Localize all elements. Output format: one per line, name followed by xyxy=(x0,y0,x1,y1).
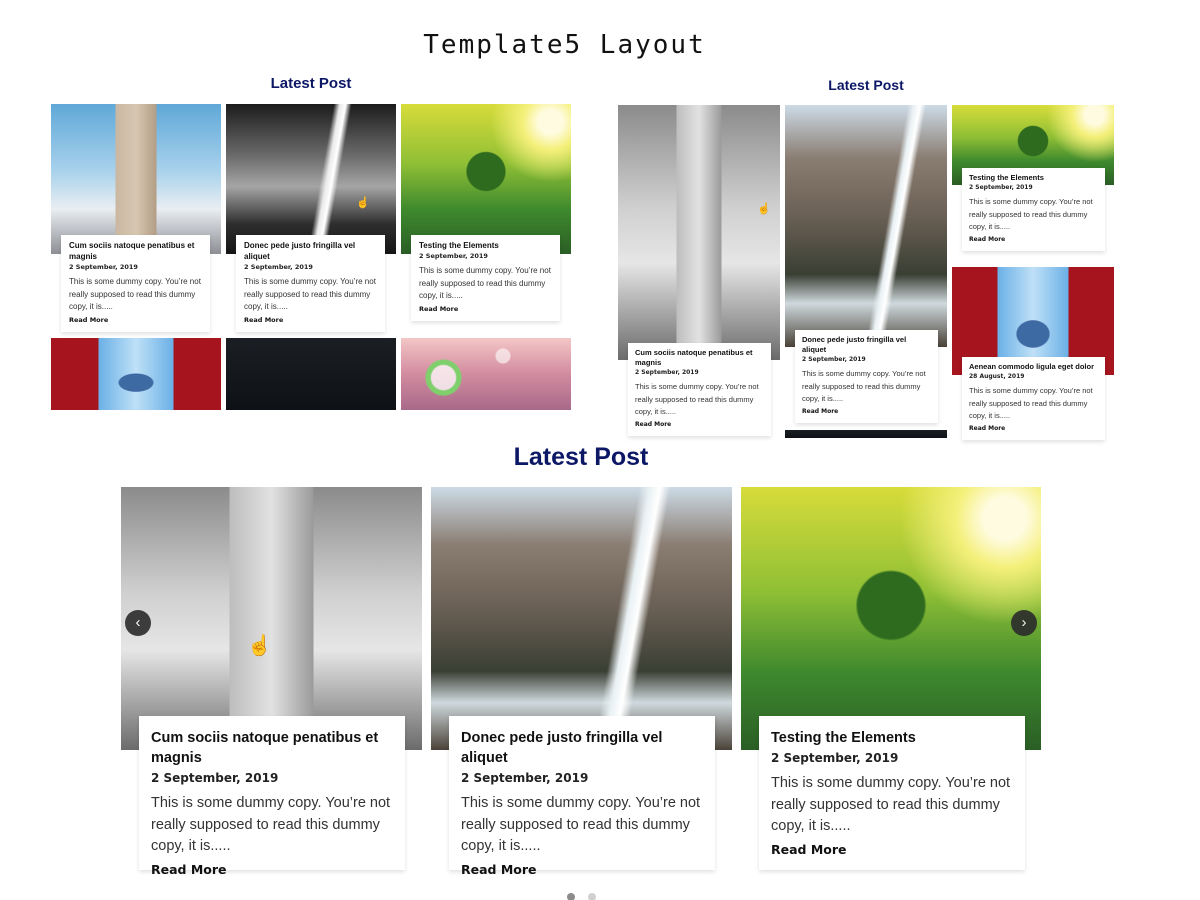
post-card: Cum sociis natoque penatibus et magnis 2… xyxy=(139,716,405,877)
post-card: Testing the Elements 2 September, 2019 T… xyxy=(962,168,1105,251)
post-card: Aenean commodo ligula eget dolor 28 Augu… xyxy=(962,357,1105,440)
post-title[interactable]: Testing the Elements xyxy=(419,240,552,251)
post-title[interactable]: Cum sociis natoque penatibus et magnis xyxy=(151,728,393,768)
read-more-link[interactable]: Read More xyxy=(969,234,1098,245)
post-excerpt: This is some dummy copy. You’re not real… xyxy=(461,795,701,854)
post-title[interactable]: Cum sociis natoque penatibus et magnis xyxy=(69,240,202,262)
post-card: Donec pede justo fringilla vel aliquet 2… xyxy=(236,235,385,332)
page-title: Template5 Layout xyxy=(423,30,706,60)
post-excerpt: This is some dummy copy. You’re not real… xyxy=(802,369,926,403)
post-excerpt: This is some dummy copy. You’re not real… xyxy=(969,386,1093,420)
post-excerpt: This is some dummy copy. You’re not real… xyxy=(244,277,376,311)
hand-pointer-icon: ☝ xyxy=(356,197,370,209)
read-more-link[interactable]: Read More xyxy=(244,314,377,326)
read-more-link[interactable]: Read More xyxy=(969,423,1098,434)
post-image-building-gray[interactable] xyxy=(618,105,780,360)
post-date: 2 September, 2019 xyxy=(771,751,899,765)
post-date: 2 September, 2019 xyxy=(802,356,866,363)
read-more-link[interactable]: Read More xyxy=(69,314,202,326)
post-card: Donec pede justo fringilla vel aliquet 2… xyxy=(795,330,938,423)
post-image-building[interactable] xyxy=(51,104,221,254)
post-excerpt: This is some dummy copy. You’re not real… xyxy=(419,266,551,300)
post-image-dark[interactable] xyxy=(785,430,947,438)
post-date: 2 September, 2019 xyxy=(151,771,279,785)
post-image-bubbles[interactable] xyxy=(401,338,571,410)
post-date: 2 September, 2019 xyxy=(244,263,313,271)
post-image-waterfall[interactable] xyxy=(785,105,947,347)
post-excerpt: This is some dummy copy. You’re not real… xyxy=(969,197,1093,231)
post-image-temple[interactable] xyxy=(51,338,221,410)
post-card: Testing the Elements 2 September, 2019 T… xyxy=(759,716,1025,870)
post-card: Cum sociis natoque penatibus et magnis 2… xyxy=(628,343,771,436)
post-date: 2 September, 2019 xyxy=(969,184,1033,191)
post-title[interactable]: Cum sociis natoque penatibus et magnis xyxy=(635,348,764,368)
post-date: 2 September, 2019 xyxy=(635,369,699,376)
post-title[interactable]: Testing the Elements xyxy=(771,728,1013,748)
post-date: 2 September, 2019 xyxy=(69,263,138,271)
read-more-link[interactable]: Read More xyxy=(461,859,703,881)
post-image-dark[interactable] xyxy=(226,338,396,410)
post-card: Donec pede justo fringilla vel aliquet 2… xyxy=(449,716,715,877)
post-excerpt: This is some dummy copy. You’re not real… xyxy=(635,382,759,416)
slider-dot[interactable] xyxy=(567,893,575,900)
section-heading-masonry: Latest Post xyxy=(828,77,904,93)
prev-arrow-button[interactable]: ‹ xyxy=(125,610,151,636)
section-heading-grid: Latest Post xyxy=(270,75,352,92)
post-excerpt: This is some dummy copy. You’re not real… xyxy=(771,775,1011,834)
post-date: 2 September, 2019 xyxy=(419,252,488,260)
post-title[interactable]: Donec pede justo fringilla vel aliquet xyxy=(802,335,931,355)
post-card: Testing the Elements 2 September, 2019 T… xyxy=(411,235,560,321)
hand-pointer-icon: ☝ xyxy=(247,635,272,657)
post-image-tree[interactable] xyxy=(741,487,1041,750)
post-image-tree[interactable] xyxy=(401,104,571,254)
post-title[interactable]: Donec pede justo fringilla vel aliquet xyxy=(244,240,377,262)
read-more-link[interactable]: Read More xyxy=(635,419,764,430)
post-title[interactable]: Testing the Elements xyxy=(969,173,1098,183)
read-more-link[interactable]: Read More xyxy=(151,859,393,881)
post-title[interactable]: Donec pede justo fringilla vel aliquet xyxy=(461,728,703,768)
section-heading-carousel: Latest Post xyxy=(513,443,649,471)
post-excerpt: This is some dummy copy. You’re not real… xyxy=(151,795,391,854)
hand-pointer-icon: ☝ xyxy=(757,203,771,215)
read-more-link[interactable]: Read More xyxy=(771,839,1013,861)
post-excerpt: This is some dummy copy. You’re not real… xyxy=(69,277,201,311)
post-image-waterfall[interactable] xyxy=(431,487,732,750)
read-more-link[interactable]: Read More xyxy=(802,406,931,417)
read-more-link[interactable]: Read More xyxy=(419,303,552,315)
post-date: 2 September, 2019 xyxy=(461,771,589,785)
post-image-waterfall[interactable] xyxy=(226,104,396,254)
post-date: 28 August, 2019 xyxy=(969,373,1025,380)
post-title[interactable]: Aenean commodo ligula eget dolor xyxy=(969,362,1098,372)
post-card: Cum sociis natoque penatibus et magnis 2… xyxy=(61,235,210,332)
slider-dot[interactable] xyxy=(588,893,596,900)
post-image-building-gray[interactable] xyxy=(121,487,422,750)
next-arrow-button[interactable]: › xyxy=(1011,610,1037,636)
